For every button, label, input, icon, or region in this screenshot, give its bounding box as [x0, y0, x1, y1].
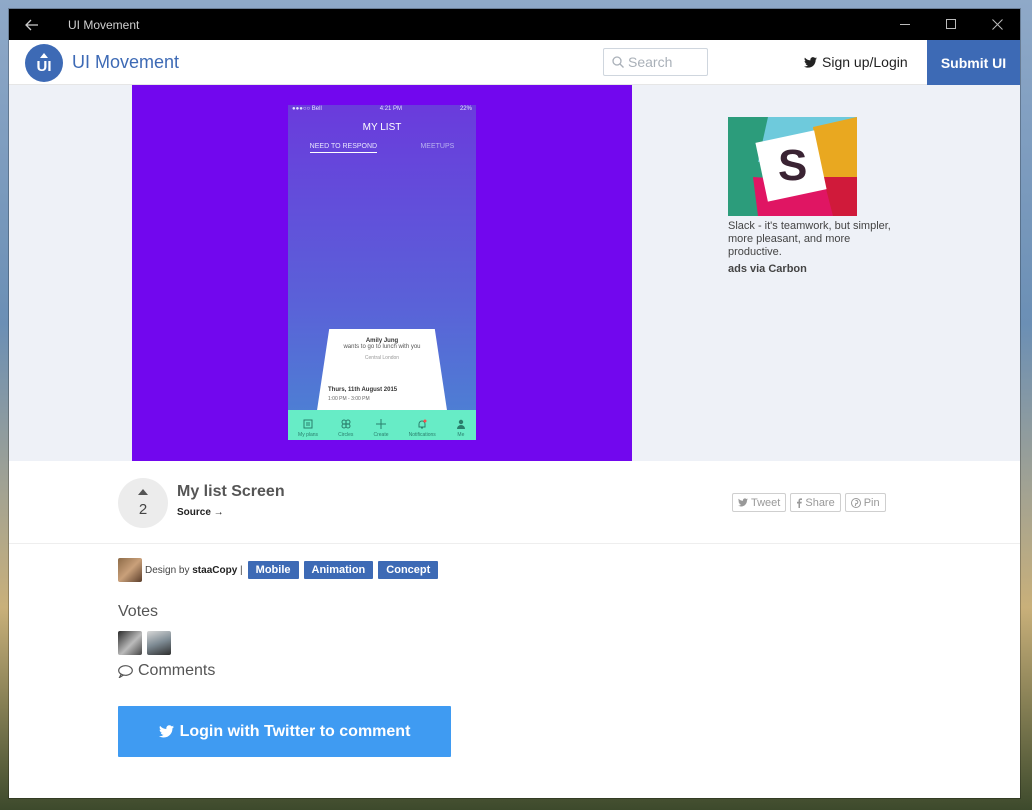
invite-date: Thurs, 11th August 2015 [328, 387, 398, 393]
invite-time: 1:00 PM - 3:00 PM [328, 396, 370, 402]
signup-login-link[interactable]: Sign up/Login [804, 54, 908, 70]
phone-tabs: NEED TO RESPOND MEETUPS [288, 143, 476, 153]
invite-place: Central London [364, 355, 400, 361]
phone-mockup: ●●●○○ Bell 4:21 PM 22% MY LIST NEED TO R… [288, 105, 476, 440]
pinterest-icon [850, 497, 861, 508]
minimize-button[interactable] [882, 9, 928, 40]
share-label: Share [805, 496, 835, 509]
ui-preview-image[interactable]: ●●●○○ Bell 4:21 PM 22% MY LIST NEED TO R… [132, 85, 632, 461]
maximize-icon [945, 19, 956, 29]
phone-nav-me: Me [456, 419, 466, 438]
phone-nav-my-plans: My plans [298, 419, 318, 438]
signup-login-label: Sign up/Login [822, 54, 908, 70]
share-buttons: Tweet Share Pin [732, 493, 886, 512]
facebook-share-button[interactable]: Share [790, 493, 841, 512]
title-bar: UI Movement [9, 9, 1020, 40]
design-meta: Design by staaCopy | Mobile Animation Co… [118, 558, 439, 582]
login-with-twitter-button[interactable]: Login with Twitter to comment [118, 706, 451, 757]
bell-icon [418, 419, 427, 429]
upvote-button[interactable]: 2 [118, 478, 168, 528]
designer-name[interactable]: staaCopy [192, 565, 237, 576]
twitter-icon [738, 498, 748, 507]
phone-nav-bar: My plans Circles Create Notifications Me [288, 410, 476, 440]
twitter-icon [804, 56, 817, 68]
phone-nav-circles: Circles [338, 419, 353, 438]
voter-list [118, 631, 171, 655]
maximize-button[interactable] [928, 9, 974, 40]
phone-title: MY LIST [362, 122, 402, 133]
twitter-icon [158, 725, 174, 738]
close-icon [991, 19, 1003, 30]
comments-heading: Comments [118, 662, 215, 680]
site-logo[interactable]: UI [25, 44, 63, 82]
phone-time: 4:21 PM [379, 106, 403, 112]
minimize-icon [899, 24, 910, 25]
design-by-text: Design by staaCopy | [145, 564, 243, 576]
comment-bubble-icon [118, 664, 133, 678]
voter-avatar[interactable] [118, 631, 142, 655]
slack-logo-letter: S [778, 141, 808, 190]
voter-avatar[interactable] [147, 631, 171, 655]
phone-carrier: ●●●○○ Bell [292, 106, 322, 112]
post-title: My list Screen [177, 483, 285, 500]
tag-concept[interactable]: Concept [378, 561, 439, 579]
phone-nav-notifications: Notifications [409, 419, 436, 438]
app-window: UI Movement UI UI Movement Search Sign u… [9, 9, 1020, 798]
phone-invite-card: Amily Jung wants to go to lunch with you… [316, 329, 448, 417]
phone-tab-meetups: MEETUPS [420, 143, 455, 150]
slack-ad-image[interactable]: S [728, 117, 857, 216]
user-icon [456, 419, 465, 429]
window-controls [882, 9, 1020, 40]
upvote-arrow-icon [138, 488, 148, 495]
submit-ui-button[interactable]: Submit UI [927, 40, 1020, 85]
ad-via[interactable]: ads via Carbon [728, 263, 898, 275]
invite-message: wants to go to lunch with you [343, 344, 421, 350]
phone-battery: 22% [459, 106, 472, 112]
list-icon [303, 419, 313, 429]
logo-text: UI [36, 57, 52, 75]
designer-avatar[interactable] [118, 558, 142, 582]
tag-mobile[interactable]: Mobile [247, 561, 299, 579]
pin-label: Pin [863, 496, 880, 509]
phone-status-bar: ●●●○○ Bell 4:21 PM 22% [288, 105, 476, 115]
phone-nav-create: Create [373, 419, 389, 438]
site-header: UI UI Movement Sign up/Login Submit UI [9, 40, 1020, 85]
carbon-ad[interactable]: S Slack - it's teamwork, but simpler, mo… [728, 117, 898, 275]
ad-text[interactable]: Slack - it's teamwork, but simpler, more… [728, 220, 898, 259]
back-button[interactable] [9, 9, 55, 40]
votes-heading: Votes [118, 603, 159, 620]
tag-animation[interactable]: Animation [303, 561, 374, 579]
search-box[interactable] [603, 48, 708, 76]
tweet-label: Tweet [751, 496, 781, 509]
comments-heading-label: Comments [138, 662, 216, 679]
post-info: 2 My list Screen Source → Tweet Share Pi… [9, 461, 1020, 544]
login-with-twitter-label: Login with Twitter to comment [179, 722, 411, 740]
facebook-icon [797, 497, 803, 508]
close-button[interactable] [974, 9, 1020, 40]
vote-count: 2 [138, 500, 148, 518]
window-title: UI Movement [68, 17, 140, 32]
brand-name[interactable]: UI Movement [72, 52, 179, 73]
pinterest-button[interactable]: Pin [844, 493, 886, 512]
phone-tab-need-to-respond: NEED TO RESPOND [309, 143, 378, 153]
search-input[interactable] [628, 54, 704, 70]
logo-arrow-icon [40, 52, 48, 58]
search-icon [612, 56, 624, 68]
circles-icon [341, 419, 351, 429]
tweet-button[interactable]: Tweet [732, 493, 787, 512]
source-link[interactable]: Source → [177, 507, 224, 518]
hero-section: ●●●○○ Bell 4:21 PM 22% MY LIST NEED TO R… [9, 85, 1020, 461]
plus-icon [375, 419, 386, 429]
back-arrow-icon [25, 19, 38, 30]
